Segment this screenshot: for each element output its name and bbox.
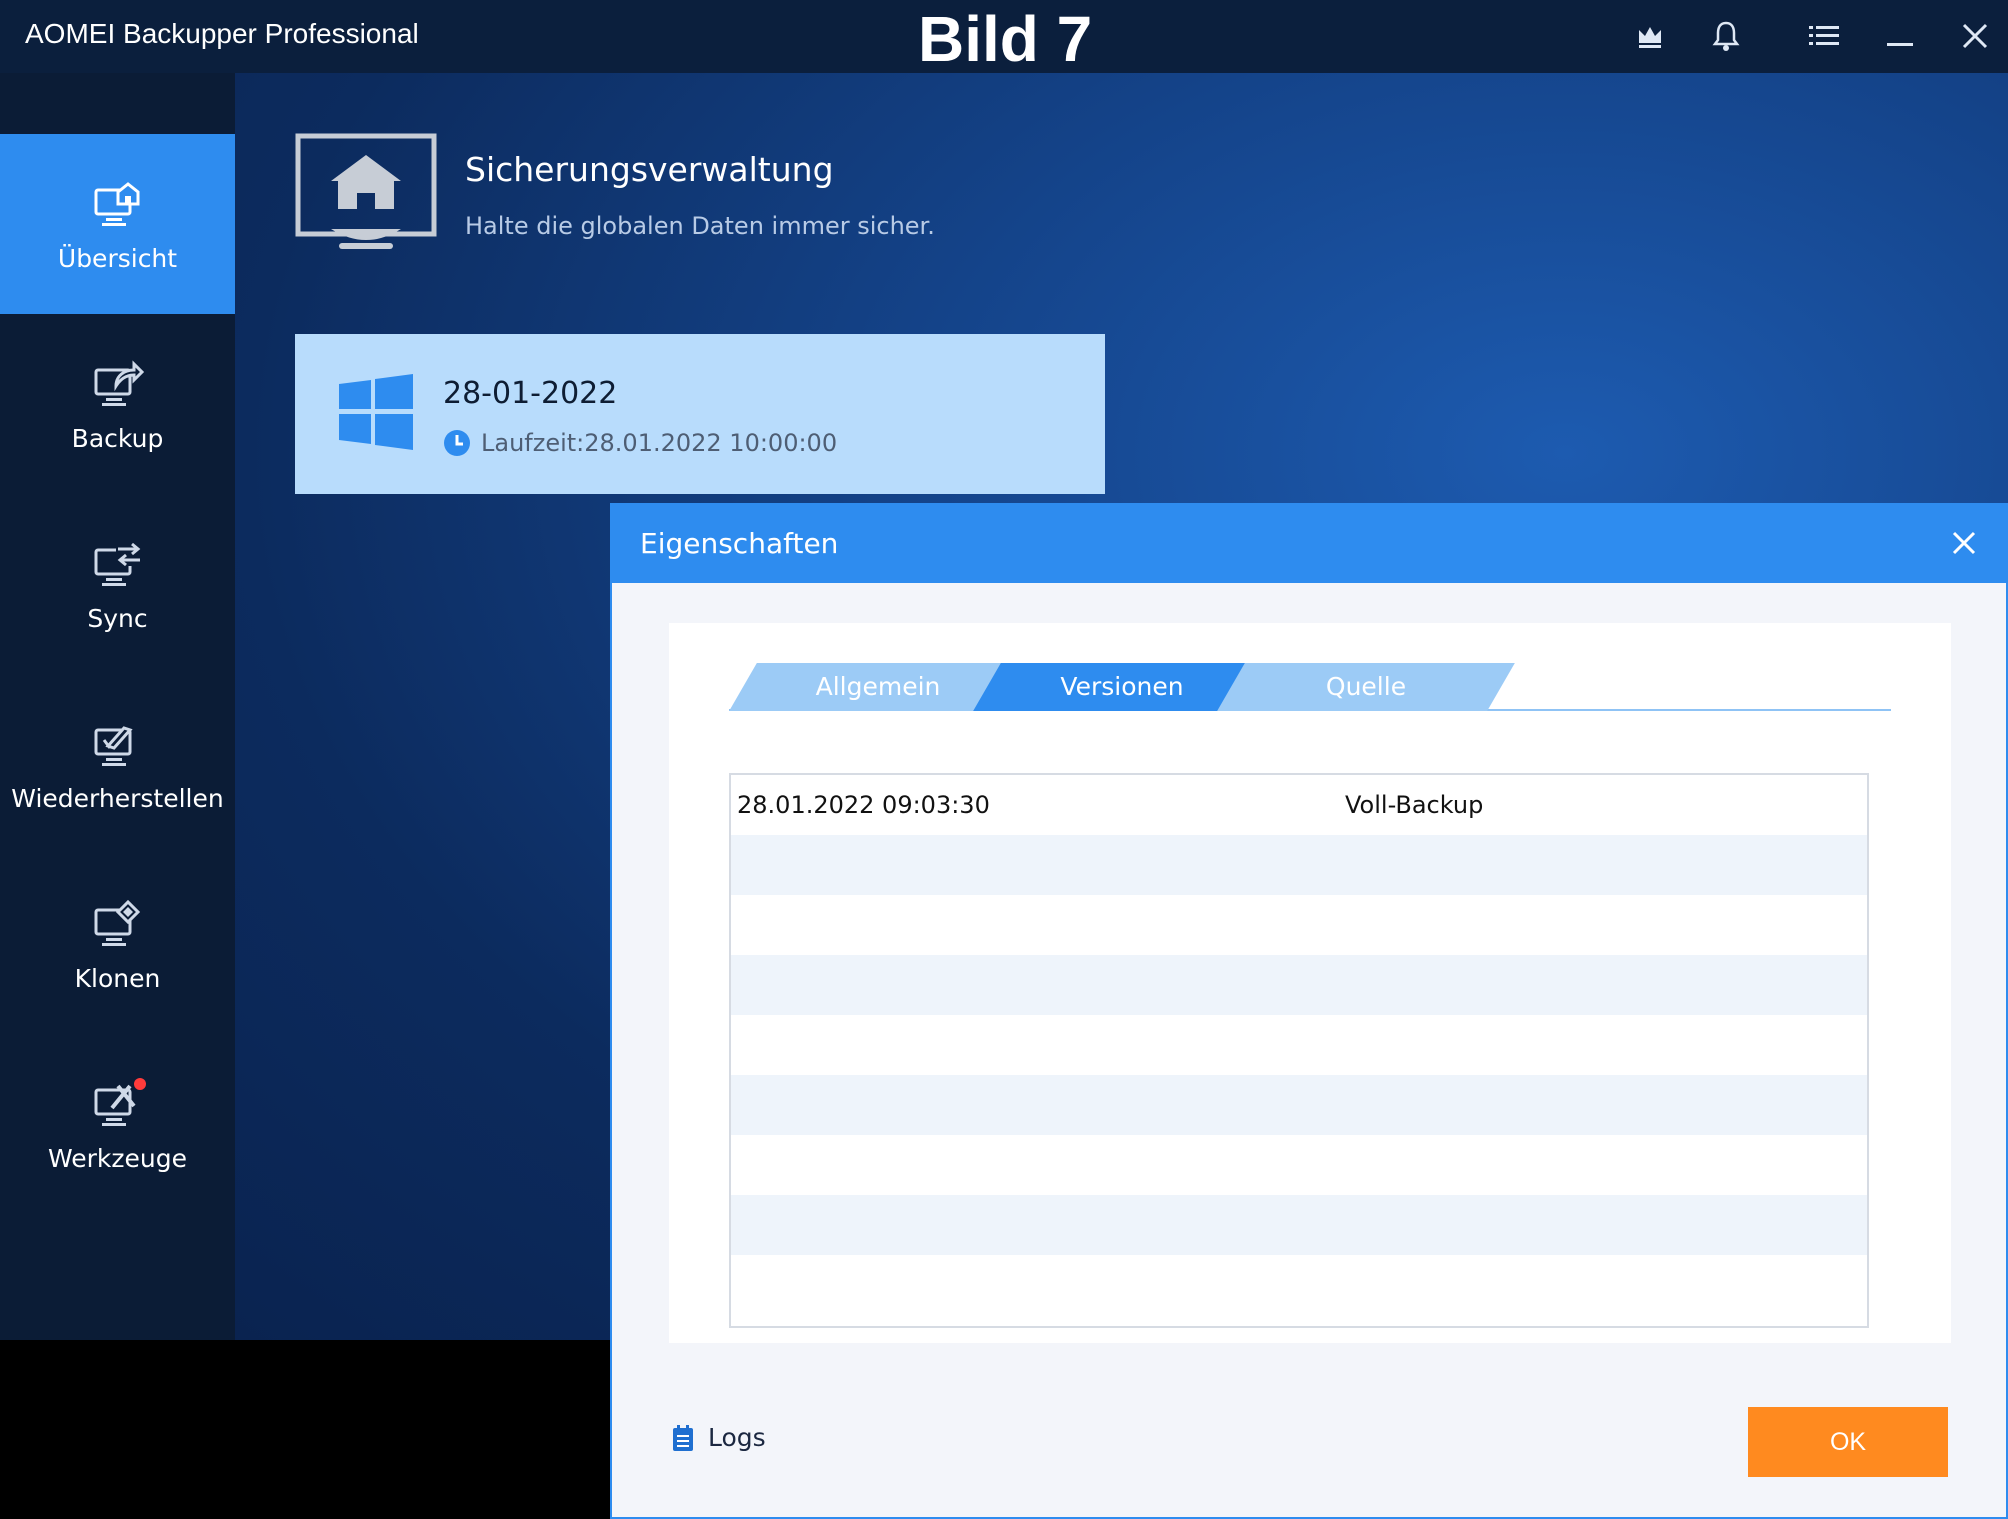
sidebar: Übersicht Backup Sync Wiederherstellen K… — [0, 73, 235, 1340]
sidebar-item-clone[interactable]: Klonen — [0, 854, 235, 1034]
backup-task-runtime: Laufzeit:28.01.2022 10:00:00 — [443, 429, 837, 457]
logs-link[interactable]: Logs — [672, 1423, 766, 1452]
sidebar-item-backup[interactable]: Backup — [0, 314, 235, 494]
table-row-empty — [731, 1195, 1867, 1255]
page-title: Sicherungsverwaltung — [465, 150, 834, 189]
sidebar-item-label: Klonen — [74, 963, 161, 993]
sidebar-item-label: Sync — [87, 603, 148, 633]
sidebar-item-label: Übersicht — [57, 243, 178, 273]
backup-task-card[interactable]: 28-01-2022 Laufzeit:28.01.2022 10:00:00 — [295, 334, 1105, 494]
logs-icon — [673, 1424, 693, 1451]
sidebar-item-label: Backup — [71, 423, 164, 453]
menu-icon[interactable] — [1804, 16, 1844, 56]
windows-icon — [339, 374, 413, 450]
table-row-empty — [731, 895, 1867, 955]
backup-task-name: 28-01-2022 — [443, 376, 618, 411]
properties-dialog: Eigenschaften Allgemein Versionen Quelle… — [610, 503, 2008, 1519]
table-row-empty — [731, 1255, 1867, 1315]
tab-label: Allgemein — [815, 672, 941, 701]
version-type: Voll-Backup — [1345, 791, 1484, 819]
tab-label: Versionen — [1060, 672, 1184, 701]
tools-icon — [94, 1077, 146, 1126]
page-subtitle: Halte die globalen Daten immer sicher. — [465, 212, 935, 240]
sidebar-item-restore[interactable]: Wiederherstellen — [0, 674, 235, 854]
home-monitor-icon — [295, 133, 437, 249]
minimize-icon[interactable] — [1880, 16, 1920, 56]
tab-label: Quelle — [1325, 672, 1407, 701]
clone-icon — [94, 899, 140, 946]
clock-icon — [444, 430, 470, 456]
sidebar-item-tools[interactable]: Werkzeuge — [0, 1034, 235, 1214]
table-row-empty — [731, 835, 1867, 895]
ok-button[interactable]: OK — [1748, 1407, 1948, 1477]
sidebar-item-overview[interactable]: Übersicht — [0, 134, 235, 314]
table-row[interactable]: 28.01.2022 09:03:30 Voll-Backup — [731, 775, 1867, 835]
sidebar-item-label: Wiederherstellen — [11, 783, 224, 813]
notification-badge — [133, 1077, 146, 1090]
dialog-title: Eigenschaften — [640, 527, 839, 560]
runtime-label: Laufzeit:28.01.2022 10:00:00 — [481, 429, 838, 457]
versions-list: 28.01.2022 09:03:30 Voll-Backup — [729, 773, 1869, 1328]
caption-label: Bild 7 — [918, 3, 1093, 75]
crown-icon[interactable] — [1630, 16, 1670, 56]
backup-icon — [94, 359, 144, 406]
dialog-header: Eigenschaften — [612, 505, 2006, 583]
title-bar: AOMEI Backupper Professional Bild 7 — [0, 0, 2008, 75]
app-title: AOMEI Backupper Professional — [25, 18, 419, 49]
sidebar-item-label: Werkzeuge — [48, 1143, 187, 1173]
restore-icon — [94, 725, 133, 766]
table-row-empty — [731, 1075, 1867, 1135]
dialog-panel: Allgemein Versionen Quelle 28.01.2022 09… — [669, 623, 1951, 1343]
logs-label: Logs — [708, 1423, 766, 1452]
tab-bar: Allgemein Versionen Quelle — [729, 663, 1891, 711]
table-row-empty — [731, 1135, 1867, 1195]
tab-quelle[interactable]: Quelle — [1217, 663, 1515, 711]
background-dark-area — [0, 1340, 610, 1519]
version-date: 28.01.2022 09:03:30 — [737, 791, 990, 819]
sidebar-item-sync[interactable]: Sync — [0, 494, 235, 674]
overview-icon — [94, 181, 139, 226]
table-row-empty — [731, 1015, 1867, 1075]
close-icon[interactable] — [1955, 16, 1995, 56]
bell-icon[interactable] — [1706, 16, 1746, 56]
table-row-empty — [731, 955, 1867, 1015]
sync-icon — [94, 541, 142, 586]
dialog-close-icon[interactable] — [1946, 525, 1982, 561]
